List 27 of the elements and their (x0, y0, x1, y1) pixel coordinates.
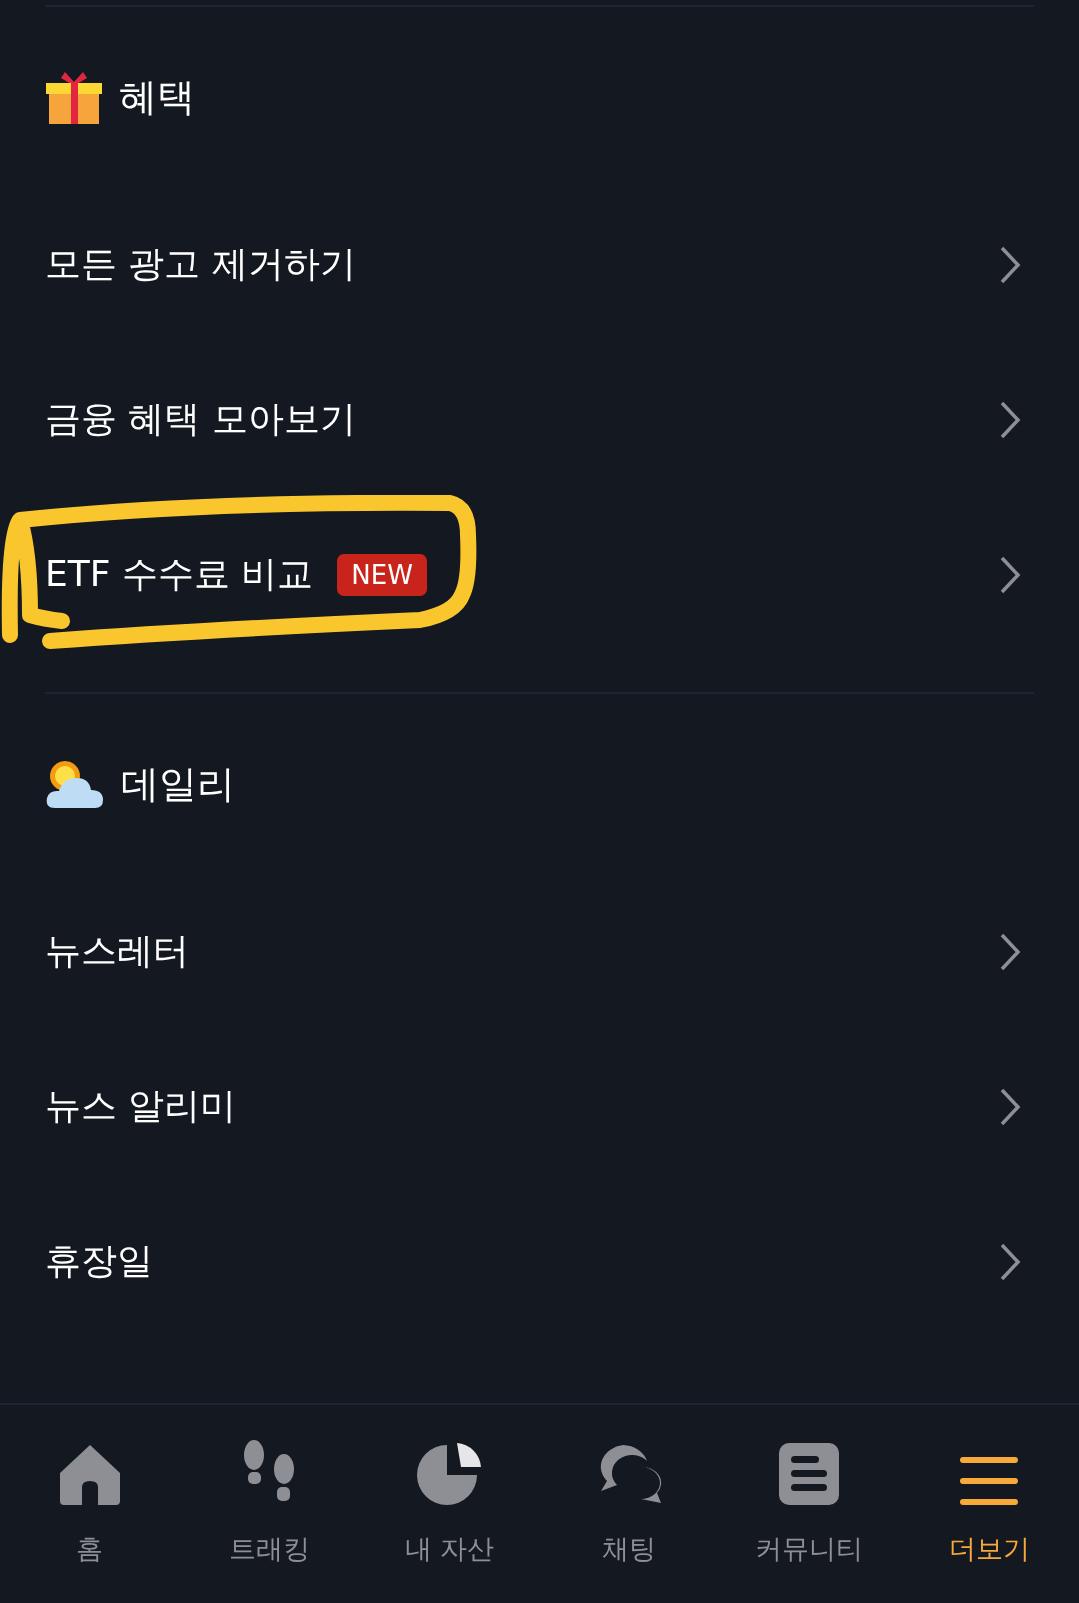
new-badge: NEW (337, 553, 427, 596)
chevron-right-icon (999, 244, 1021, 285)
menu-item[interactable]: 모든 광고 제거하기 (0, 187, 1079, 342)
section-title: 혜택 (119, 73, 195, 121)
menu-item[interactable]: 뉴스레터 (0, 874, 1079, 1029)
tab[interactable]: 홈 (0, 1405, 180, 1603)
chevron-right-icon (999, 1241, 1021, 1282)
menu-item[interactable]: 뉴스 알리미 (0, 1029, 1079, 1184)
document-icon[interactable] (777, 1443, 842, 1505)
tab[interactable]: 채팅 (539, 1405, 720, 1603)
menu-item[interactable]: 휴장일 (0, 1184, 1079, 1339)
section-title: 데일리 (121, 760, 235, 808)
menu-icon[interactable] (960, 1457, 1019, 1505)
pie-chart-icon[interactable] (416, 1441, 483, 1505)
chevron-right-icon (999, 931, 1021, 972)
tab[interactable]: 더보기 (899, 1405, 1079, 1603)
chevron-right-icon (999, 1086, 1021, 1127)
tab[interactable]: 내 자산 (359, 1405, 540, 1603)
menu-item[interactable]: 금융 혜택 모아보기 (0, 342, 1079, 497)
tab[interactable]: 커뮤니티 (719, 1405, 900, 1603)
home-icon[interactable] (57, 1443, 122, 1505)
menu-item[interactable]: ETF 수수료 비교 NEW (0, 497, 1079, 652)
chevron-right-icon (999, 399, 1021, 440)
sun-cloud-icon (45, 758, 105, 810)
tab[interactable]: 트래킹 (179, 1405, 360, 1603)
gift-icon (45, 70, 103, 124)
chevron-right-icon (999, 554, 1021, 595)
